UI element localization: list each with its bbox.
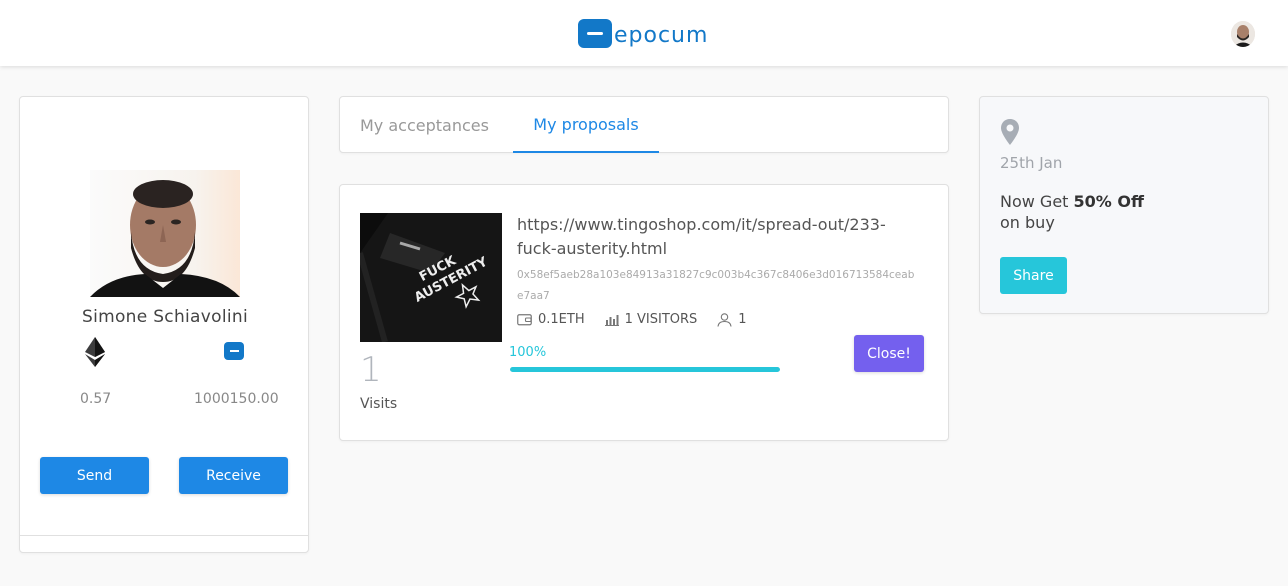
eth-amount: 0.1ETH	[538, 312, 585, 327]
promo-text-suffix: on buy	[1000, 213, 1055, 232]
epocum-token-icon	[224, 342, 244, 360]
top-navbar: epocum	[0, 0, 1288, 66]
users-stat: 1	[717, 312, 747, 327]
tab-my-proposals[interactable]: My proposals	[513, 97, 659, 153]
proposal-hash: 0x58ef5aeb28a103e84913a31827c9c003b4c367…	[517, 269, 915, 302]
visitors-count: 1 VISITORS	[624, 312, 698, 327]
promo-text-prefix: Now Get	[1000, 192, 1074, 211]
eth-balance: 0.57	[80, 391, 112, 407]
ethereum-icon	[85, 337, 105, 367]
promo-card: 25th Jan Now Get 50% Off on buy Share	[979, 96, 1269, 314]
tab-my-acceptances[interactable]: My acceptances	[360, 97, 489, 153]
product-image: FUCK AUSTERITY	[360, 213, 502, 342]
logo-mark-icon	[578, 18, 612, 48]
visits-label: Visits	[360, 396, 398, 412]
users-count: 1	[738, 312, 747, 327]
user-icon	[717, 312, 732, 327]
eth-amount-stat: 0.1ETH	[517, 312, 585, 327]
progress-bar	[510, 367, 780, 372]
wallet-icon	[517, 314, 532, 326]
user-avatar[interactable]	[1231, 21, 1255, 47]
promo-discount: 50% Off	[1073, 192, 1144, 211]
proposal-card: FUCK AUSTERITY 1 Visits https://www.ting…	[339, 184, 949, 441]
receive-button[interactable]: Receive	[179, 457, 288, 494]
location-pin-icon	[1000, 119, 1020, 149]
close-proposal-button[interactable]: Close!	[854, 335, 924, 372]
proposal-tabs: My acceptances My proposals	[339, 96, 949, 153]
promo-text: Now Get 50% Off on buy	[1000, 191, 1144, 233]
epocum-logo[interactable]: epocum	[578, 18, 708, 48]
promo-date: 25th Jan	[1000, 154, 1063, 172]
profile-card: Simone Schiavolini 0.57 1000150.00 Send …	[19, 96, 309, 553]
visits-count: 1	[360, 350, 382, 390]
progress-percent: 100%	[509, 345, 547, 360]
proposal-url[interactable]: https://www.tingoshop.com/it/spread-out/…	[517, 213, 907, 261]
bar-chart-icon	[604, 314, 619, 326]
profile-name: Simone Schiavolini	[82, 307, 248, 327]
logo-text: epocum	[614, 22, 709, 48]
divider	[20, 535, 308, 536]
progress-fill	[510, 367, 780, 372]
proposal-stats: 0.1ETH 1 VISITORS 1	[517, 312, 747, 327]
profile-photo	[90, 170, 240, 297]
visitors-stat: 1 VISITORS	[604, 312, 698, 327]
share-button[interactable]: Share	[1000, 257, 1067, 294]
send-button[interactable]: Send	[40, 457, 149, 494]
epocum-balance: 1000150.00	[194, 391, 279, 407]
